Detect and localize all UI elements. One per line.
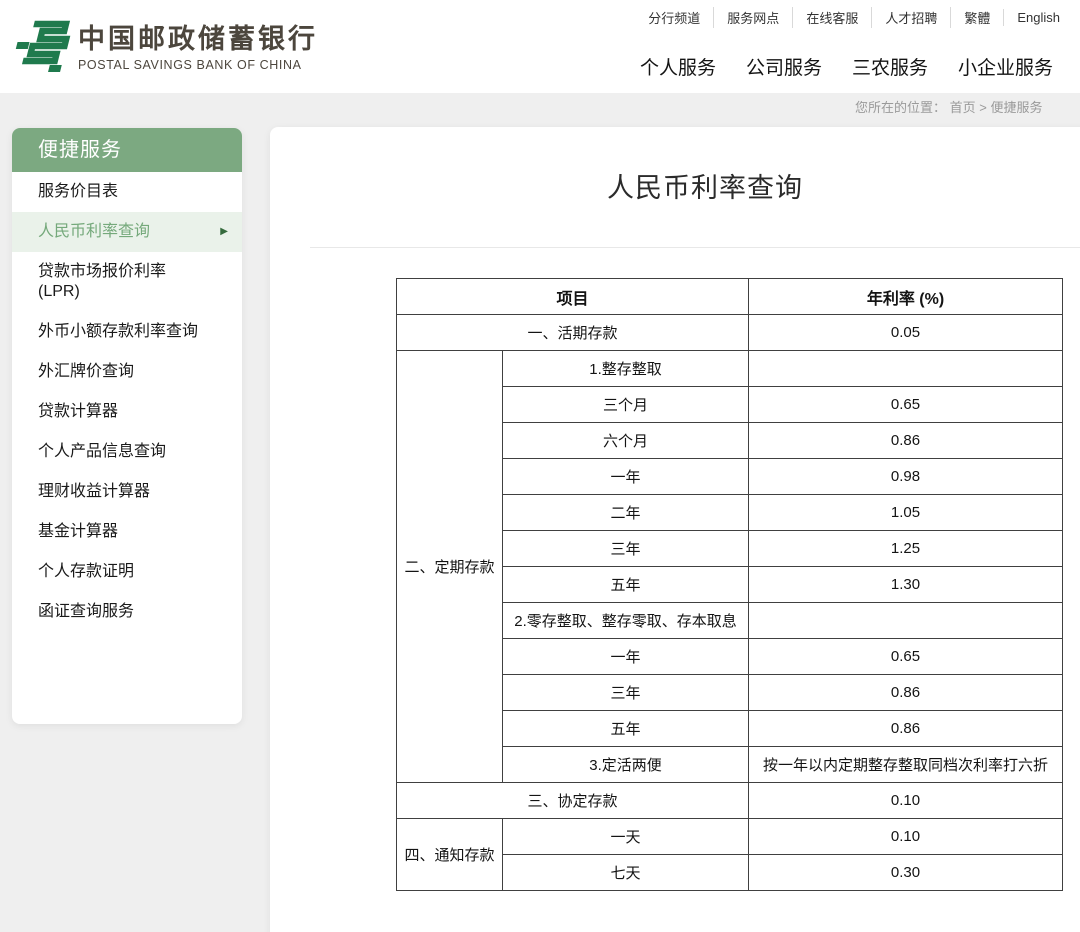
- table-cell: 1.25: [749, 531, 1063, 567]
- table-cell: 三年: [503, 675, 749, 711]
- table-cell: 3.定活两便: [503, 747, 749, 783]
- table-cell: 0.30: [749, 855, 1063, 891]
- table-cell: 五年: [503, 711, 749, 747]
- main-nav-item-2[interactable]: 三农服务: [837, 49, 943, 84]
- sidebar-menu: 服务价目表人民币利率查询▶贷款市场报价利率 (LPR)外币小额存款利率查询外汇牌…: [12, 172, 242, 632]
- sidebar-title: 便捷服务: [12, 128, 242, 172]
- sidebar-item-10[interactable]: 函证查询服务: [12, 592, 242, 632]
- main-nav-item-3[interactable]: 小企业服务: [943, 49, 1068, 84]
- main-nav: 个人服务公司服务三农服务小企业服务: [625, 49, 1068, 84]
- table-header-cell: 年利率 (%): [749, 279, 1063, 315]
- sidebar-item-9[interactable]: 个人存款证明: [12, 552, 242, 592]
- table-cell: 0.86: [749, 711, 1063, 747]
- table-cell: 三个月: [503, 387, 749, 423]
- breadcrumb: 您所在的位置： 首页 > 便捷服务: [855, 97, 1043, 116]
- sidebar: 便捷服务 服务价目表人民币利率查询▶贷款市场报价利率 (LPR)外币小额存款利率…: [12, 128, 242, 724]
- table-cell: 三年: [503, 531, 749, 567]
- psbc-logo-icon: [10, 16, 72, 78]
- utility-nav: 分行频道服务网点在线客服人才招聘繁體English: [635, 7, 1064, 28]
- table-row-15: 四、通知存款一天0.10: [397, 819, 1063, 855]
- table-cell: 0.65: [749, 387, 1063, 423]
- breadcrumb-section-link[interactable]: 便捷服务: [991, 100, 1043, 115]
- table-cell: 一年: [503, 639, 749, 675]
- main-nav-item-0[interactable]: 个人服务: [625, 49, 731, 84]
- table-cell: 1.05: [749, 495, 1063, 531]
- table-cell: 二、定期存款: [397, 351, 503, 783]
- table-row-0: 项目年利率 (%): [397, 279, 1063, 315]
- bank-logo[interactable]: 中国邮政储蓄银行 POSTAL SAVINGS BANK OF CHINA: [10, 16, 318, 78]
- table-cell: 五年: [503, 567, 749, 603]
- table-cell: 0.86: [749, 675, 1063, 711]
- rmb-rate-table: 项目年利率 (%)一、活期存款0.05二、定期存款1.整存整取三个月0.65六个…: [396, 278, 1063, 891]
- table-cell: 0.86: [749, 423, 1063, 459]
- table-row-1: 一、活期存款0.05: [397, 315, 1063, 351]
- page-title: 人民币利率查询: [310, 172, 1080, 204]
- sidebar-item-5[interactable]: 贷款计算器: [12, 392, 242, 432]
- breadcrumb-home-link[interactable]: 首页: [950, 100, 976, 115]
- site-header: 中国邮政储蓄银行 POSTAL SAVINGS BANK OF CHINA 分行…: [0, 0, 1080, 93]
- sidebar-item-7[interactable]: 理财收益计算器: [12, 472, 242, 512]
- brand-name-en: POSTAL SAVINGS BANK OF CHINA: [78, 58, 318, 72]
- table-cell: 1.30: [749, 567, 1063, 603]
- table-cell: 0.05: [749, 315, 1063, 351]
- table-cell: [749, 351, 1063, 387]
- brand-name-cn: 中国邮政储蓄银行: [78, 23, 318, 55]
- breadcrumb-label: 您所在的位置：: [855, 100, 946, 115]
- utility-nav-item-1[interactable]: 服务网点: [713, 7, 792, 28]
- sidebar-item-1[interactable]: 人民币利率查询▶: [12, 212, 242, 252]
- table-header-cell: 项目: [397, 279, 749, 315]
- utility-nav-item-3[interactable]: 人才招聘: [871, 7, 950, 28]
- table-cell: 七天: [503, 855, 749, 891]
- table-cell: 按一年以内定期整存整取同档次利率打六折: [749, 747, 1063, 783]
- table-cell: 六个月: [503, 423, 749, 459]
- sidebar-item-6[interactable]: 个人产品信息查询: [12, 432, 242, 472]
- utility-nav-item-5[interactable]: English: [1003, 9, 1064, 26]
- arrow-right-icon: ▶: [220, 227, 228, 237]
- sidebar-item-8[interactable]: 基金计算器: [12, 512, 242, 552]
- sidebar-item-2[interactable]: 贷款市场报价利率 (LPR): [12, 252, 242, 312]
- sidebar-item-0[interactable]: 服务价目表: [12, 172, 242, 212]
- utility-nav-item-2[interactable]: 在线客服: [792, 7, 871, 28]
- utility-nav-item-4[interactable]: 繁體: [950, 7, 1003, 28]
- main-nav-item-1[interactable]: 公司服务: [731, 49, 837, 84]
- table-cell: 一、活期存款: [397, 315, 749, 351]
- sidebar-item-3[interactable]: 外币小额存款利率查询: [12, 312, 242, 352]
- table-cell: 四、通知存款: [397, 819, 503, 891]
- table-row-2: 二、定期存款1.整存整取: [397, 351, 1063, 387]
- title-divider: [310, 247, 1080, 248]
- table-cell: [749, 603, 1063, 639]
- table-row-14: 三、协定存款0.10: [397, 783, 1063, 819]
- sidebar-item-4[interactable]: 外汇牌价查询: [12, 352, 242, 392]
- table-cell: 0.10: [749, 819, 1063, 855]
- table-cell: 2.零存整取、整存零取、存本取息: [503, 603, 749, 639]
- table-cell: 一天: [503, 819, 749, 855]
- table-cell: 1.整存整取: [503, 351, 749, 387]
- table-cell: 一年: [503, 459, 749, 495]
- table-cell: 0.65: [749, 639, 1063, 675]
- breadcrumb-separator: >: [979, 100, 987, 115]
- table-cell: 0.10: [749, 783, 1063, 819]
- table-cell: 二年: [503, 495, 749, 531]
- table-cell: 三、协定存款: [397, 783, 749, 819]
- utility-nav-item-0[interactable]: 分行频道: [635, 7, 713, 28]
- main-content-card: 人民币利率查询 项目年利率 (%)一、活期存款0.05二、定期存款1.整存整取三…: [270, 127, 1080, 932]
- table-cell: 0.98: [749, 459, 1063, 495]
